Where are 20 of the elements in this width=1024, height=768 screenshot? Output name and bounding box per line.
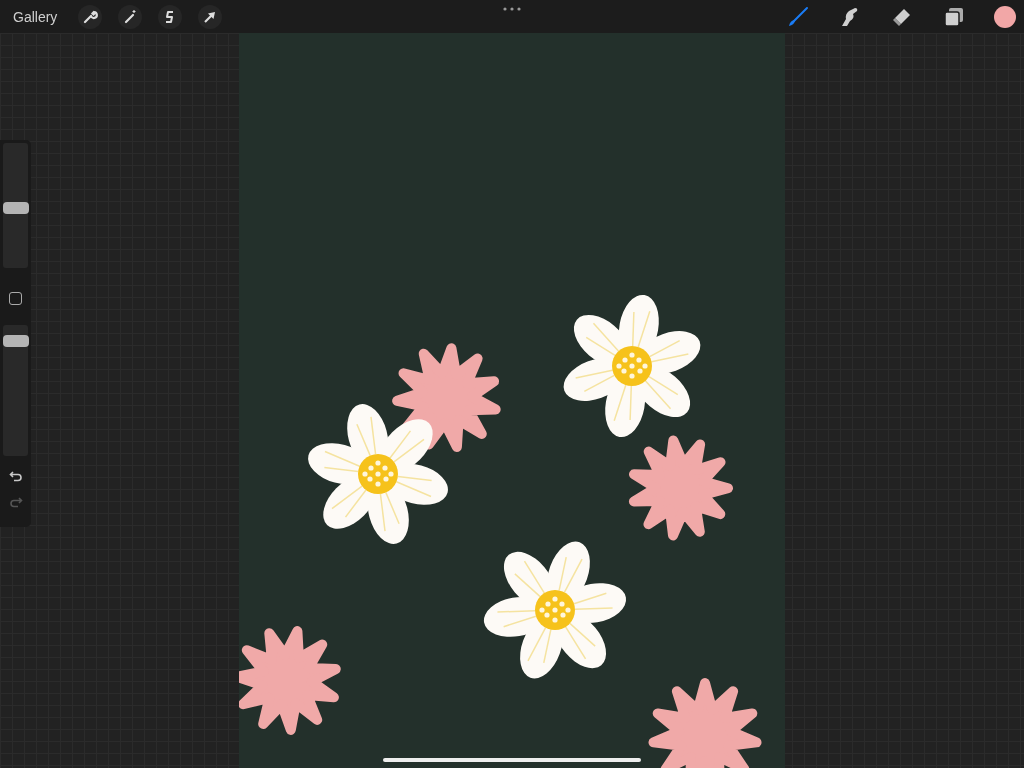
drawing-canvas[interactable] [239,33,785,768]
brush-size-slider-thumb[interactable] [3,201,29,214]
brush-size-slider[interactable] [3,143,28,268]
undo-button[interactable] [8,470,23,482]
modify-square-button[interactable] [9,292,22,305]
wand-tool-button[interactable] [118,4,143,29]
more-dots-icon[interactable] [503,7,521,11]
undo-icon [8,470,23,482]
magic-wand-icon [122,8,139,25]
wrench-tool-button[interactable] [78,4,103,29]
brush-tool-button[interactable] [786,4,810,29]
selection-tool-button[interactable] [158,4,183,29]
color-swatch[interactable] [994,5,1016,28]
paintbrush-icon [786,4,810,29]
opacity-slider-thumb[interactable] [3,334,29,347]
gallery-button[interactable]: Gallery [13,8,58,25]
redo-icon [8,496,23,508]
opacity-slider[interactable] [3,325,28,456]
wrench-icon [82,8,99,25]
arrow-tool-button[interactable] [198,4,223,29]
